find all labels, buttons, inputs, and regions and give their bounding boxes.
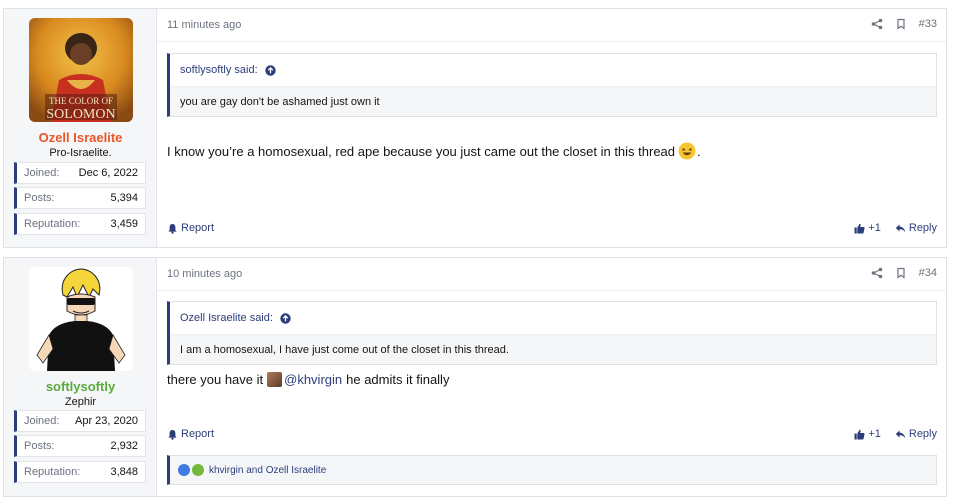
footer-actions: +1 Reply bbox=[854, 428, 937, 440]
footer-actions: +1 Reply bbox=[854, 222, 937, 234]
post-header: 11 minutes ago #33 bbox=[157, 9, 946, 42]
reply-label: Reply bbox=[908, 428, 937, 440]
post-33: THE COLOR OF SOLOMON Ozell Israelite Pro… bbox=[3, 8, 947, 248]
laugh-reaction-icon bbox=[192, 464, 204, 476]
bell-icon bbox=[168, 429, 177, 440]
user-cell: softlysoftly Zephir Joined: Apr 23, 2020… bbox=[4, 258, 157, 496]
stat-posts: Posts: 5,394 bbox=[14, 187, 146, 209]
mention-avatar[interactable] bbox=[267, 372, 283, 387]
reply-button[interactable]: Reply bbox=[895, 428, 937, 440]
user-mention-link[interactable]: @khvirgin bbox=[284, 372, 342, 387]
like-count: +1 bbox=[868, 428, 881, 440]
like-reaction-icon bbox=[178, 464, 190, 476]
quote-block: Ozell Israelite said: I am a homosexual,… bbox=[167, 301, 937, 365]
bell-icon bbox=[168, 223, 177, 234]
stat-value: 2,932 bbox=[110, 440, 138, 452]
report-button[interactable]: Report bbox=[167, 428, 214, 440]
quote-text: I am a homosexual, I have just come out … bbox=[170, 334, 936, 364]
stat-value: 3,459 bbox=[110, 218, 138, 230]
stat-label: Reputation: bbox=[24, 466, 81, 478]
user-title: Pro-Israelite. bbox=[49, 147, 112, 159]
user-name[interactable]: softlysoftly bbox=[4, 379, 157, 394]
message-body: there you have it @khvirgin he admits it… bbox=[167, 372, 449, 387]
stat-label: Reputation: bbox=[24, 218, 81, 230]
report-label: Report bbox=[181, 428, 215, 440]
stat-value: 5,394 bbox=[110, 192, 138, 204]
quote-head[interactable]: softlysoftly said: bbox=[170, 54, 936, 86]
laughing-emoji-icon bbox=[678, 142, 696, 160]
quote-block: softlysoftly said: you are gay don't be … bbox=[167, 53, 937, 117]
like-button[interactable]: +1 bbox=[854, 428, 881, 440]
thumbs-up-icon bbox=[854, 223, 865, 233]
like-button[interactable]: +1 bbox=[854, 222, 881, 234]
stat-reputation: Reputation: 3,459 bbox=[14, 213, 146, 235]
bookmark-icon[interactable] bbox=[895, 18, 907, 30]
stat-posts: Posts: 2,932 bbox=[14, 435, 146, 457]
post-main: 11 minutes ago #33 softlysoftly said: yo… bbox=[157, 9, 946, 247]
stat-label: Posts: bbox=[24, 440, 55, 452]
report-label: Report bbox=[181, 222, 215, 234]
arrow-up-circle-icon[interactable] bbox=[280, 313, 291, 324]
report-button[interactable]: Report bbox=[167, 222, 214, 234]
post-number[interactable]: #34 bbox=[919, 267, 937, 279]
avatar-text-line2: SOLOMON bbox=[46, 107, 115, 122]
quote-head[interactable]: Ozell Israelite said: bbox=[170, 302, 936, 334]
post-time[interactable]: 11 minutes ago bbox=[167, 19, 241, 31]
like-count: +1 bbox=[868, 222, 881, 234]
post-footer: Report +1 Reply bbox=[167, 220, 937, 236]
stat-label: Joined: bbox=[24, 167, 60, 179]
avatar-text-line1: THE COLOR OF bbox=[49, 96, 113, 106]
reactions-text[interactable]: khvirgin and Ozell Israelite bbox=[209, 465, 326, 476]
post-time[interactable]: 10 minutes ago bbox=[167, 268, 242, 280]
post-number[interactable]: #33 bbox=[919, 18, 937, 30]
avatar[interactable] bbox=[29, 267, 133, 371]
avatar[interactable]: THE COLOR OF SOLOMON bbox=[29, 18, 133, 122]
bookmark-icon[interactable] bbox=[895, 267, 907, 279]
post-main: 10 minutes ago #34 Ozell Israelite said:… bbox=[157, 258, 946, 496]
user-title: Zephir bbox=[64, 396, 97, 408]
stat-reputation: Reputation: 3,848 bbox=[14, 461, 146, 483]
quote-text: you are gay don't be ashamed just own it bbox=[170, 86, 936, 116]
stat-joined: Joined: Dec 6, 2022 bbox=[14, 162, 146, 184]
reply-icon bbox=[895, 430, 906, 438]
stat-label: Joined: bbox=[24, 415, 60, 427]
stat-value: Apr 23, 2020 bbox=[75, 415, 138, 427]
reply-button[interactable]: Reply bbox=[895, 222, 937, 234]
stat-joined: Joined: Apr 23, 2020 bbox=[14, 410, 146, 432]
user-cell: THE COLOR OF SOLOMON Ozell Israelite Pro… bbox=[4, 9, 157, 247]
reply-label: Reply bbox=[908, 222, 937, 234]
message-prefix: there you have it bbox=[167, 372, 264, 387]
reactions-bar[interactable]: khvirgin and Ozell Israelite bbox=[167, 455, 937, 485]
message-text: I know you’re a homosexual, red ape beca… bbox=[167, 143, 676, 159]
stat-label: Posts: bbox=[24, 192, 55, 204]
thumbs-up-icon bbox=[854, 429, 865, 439]
post-34: softlysoftly Zephir Joined: Apr 23, 2020… bbox=[3, 257, 947, 497]
post-footer: Report +1 Reply bbox=[167, 426, 937, 442]
share-icon[interactable] bbox=[871, 18, 883, 30]
arrow-up-circle-icon[interactable] bbox=[264, 65, 276, 76]
stat-value: 3,848 bbox=[110, 466, 138, 478]
stat-value: Dec 6, 2022 bbox=[78, 167, 138, 179]
post-header: 10 minutes ago #34 bbox=[157, 258, 946, 291]
message-suffix: . bbox=[697, 143, 701, 159]
share-icon[interactable] bbox=[871, 267, 883, 279]
header-actions: #33 bbox=[871, 18, 937, 30]
message-suffix: he admits it finally bbox=[346, 372, 450, 387]
message-body: I know you’re a homosexual, red ape beca… bbox=[167, 142, 701, 160]
header-actions: #34 bbox=[871, 267, 937, 279]
user-name[interactable]: Ozell Israelite bbox=[4, 130, 157, 145]
quote-author[interactable]: Ozell Israelite said: bbox=[180, 312, 273, 324]
quote-author[interactable]: softlysoftly said: bbox=[180, 64, 258, 76]
reply-icon bbox=[895, 224, 906, 232]
